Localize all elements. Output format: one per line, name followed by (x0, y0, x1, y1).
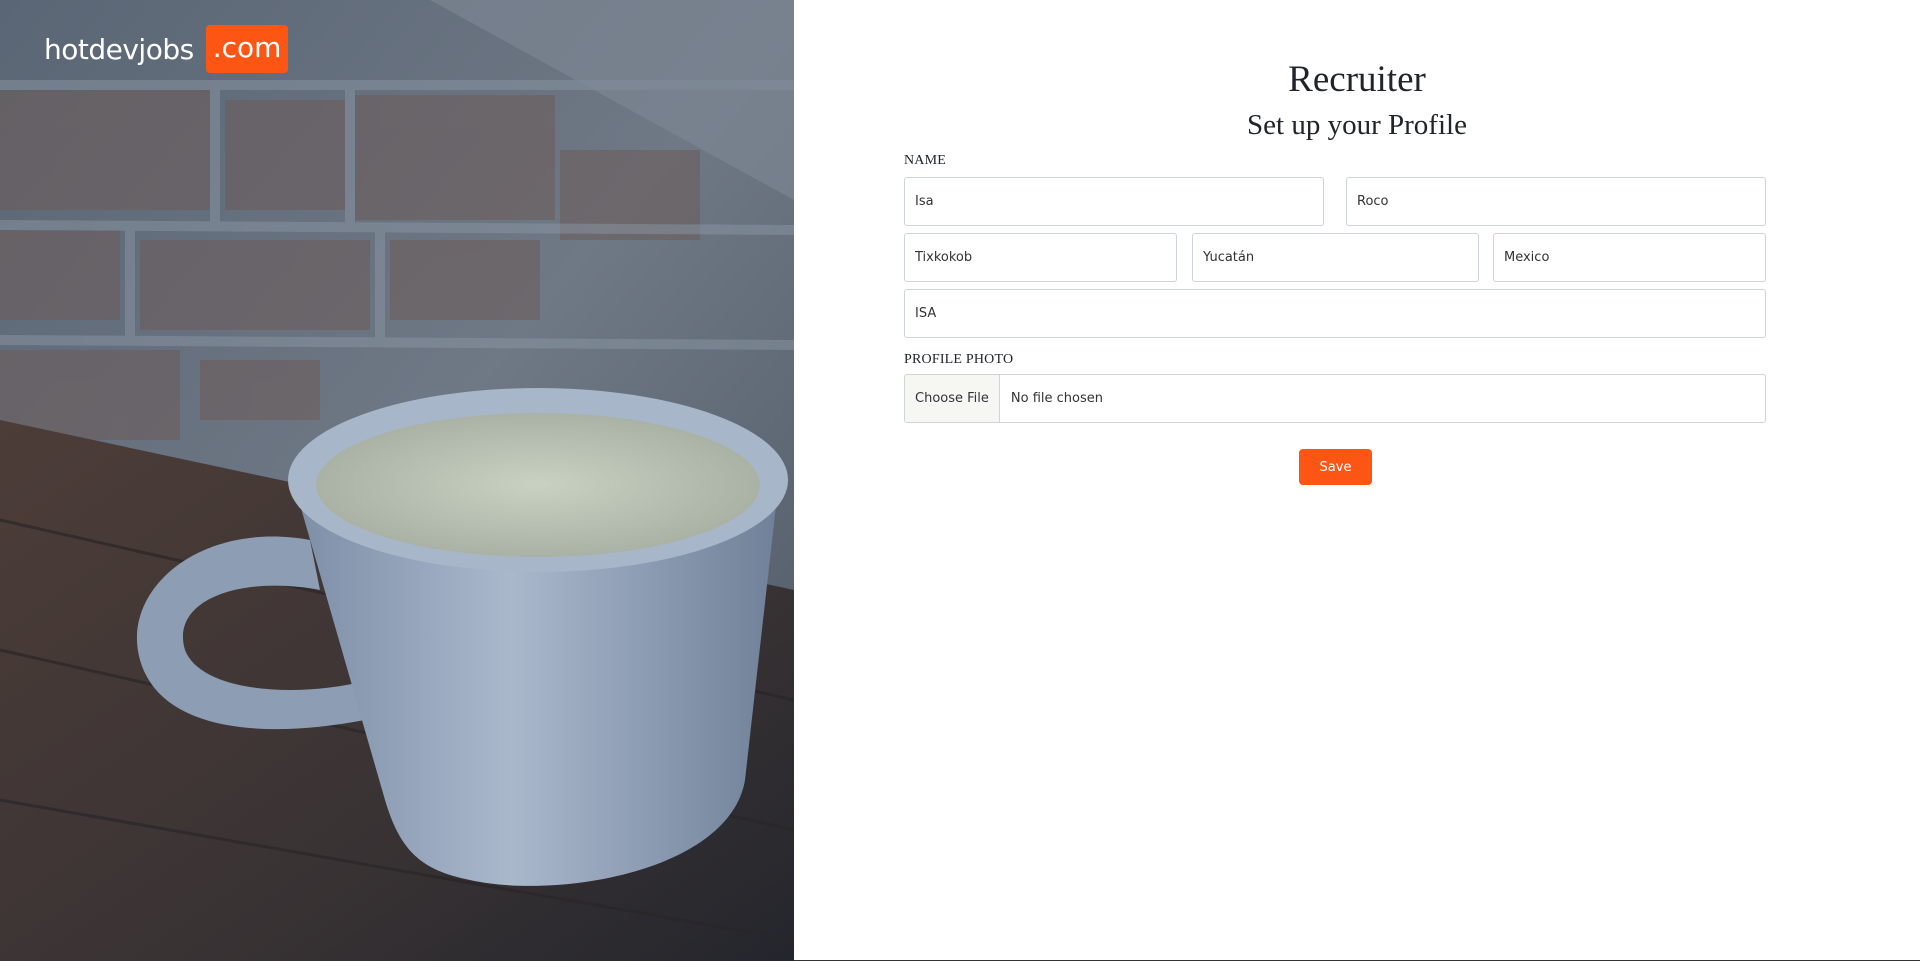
company-input[interactable] (904, 289, 1766, 338)
background-photo-panel: hotdevjobs .com (0, 0, 794, 961)
brand-tld-badge: .com (205, 25, 289, 73)
save-button[interactable]: Save (1299, 449, 1372, 485)
brand-name: hotdevjobs (44, 32, 194, 66)
page-subtitle: Set up your Profile (1247, 109, 1467, 141)
choose-file-button[interactable]: Choose File (905, 375, 1000, 422)
profile-photo-label: PROFILE PHOTO (904, 352, 1014, 367)
profile-photo-file-input[interactable]: Choose File No file chosen (904, 374, 1766, 423)
name-label: NAME (904, 153, 947, 168)
page-title: Recruiter (1288, 59, 1426, 100)
city-input[interactable] (904, 233, 1177, 282)
file-status-text: No file chosen (1010, 391, 1103, 406)
last-name-input[interactable] (1346, 177, 1766, 226)
country-input[interactable] (1493, 233, 1766, 282)
first-name-input[interactable] (904, 177, 1324, 226)
profile-form-panel: Recruiter Set up your Profile NAME PROFI… (794, 0, 1920, 961)
brand-logo[interactable]: hotdevjobs .com (44, 25, 289, 73)
state-input[interactable] (1192, 233, 1479, 282)
coffee-cup-photo (0, 0, 794, 961)
